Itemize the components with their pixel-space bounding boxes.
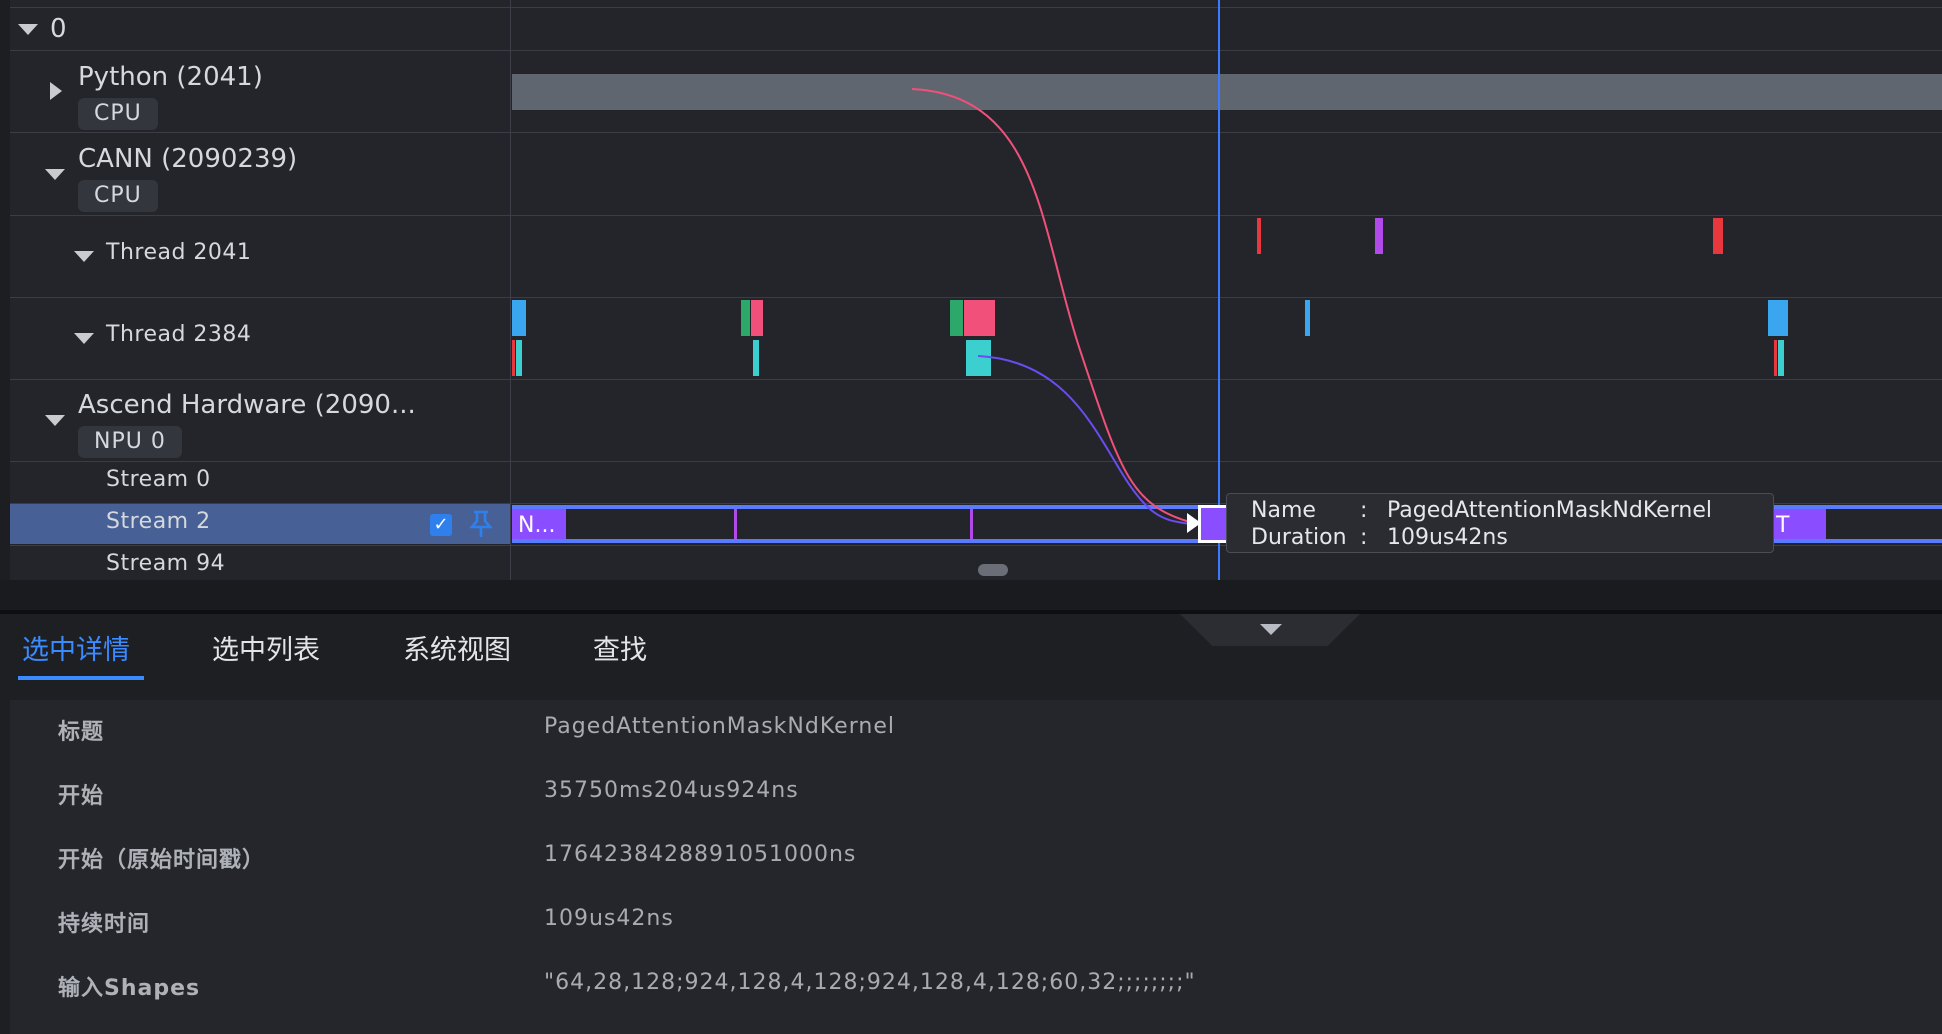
- tooltip-name-value: PagedAttentionMaskNdKernel: [1387, 498, 1712, 523]
- tab-system-view[interactable]: 系统视图: [403, 628, 511, 667]
- flow-arrow-purple: [977, 355, 1191, 525]
- tab-selected-list[interactable]: 选中列表: [212, 628, 320, 667]
- details-table: 标题 PagedAttentionMaskNdKernel 开始 35750ms…: [10, 700, 1942, 1034]
- detail-key: 开始（原始时间戳）: [58, 848, 266, 873]
- detail-value: "64,28,128;924,128,4,128;924,128,4,128;6…: [544, 970, 1196, 995]
- detail-tabs: 选中详情 选中列表 系统视图 查找: [0, 614, 1942, 684]
- panel-splitter[interactable]: [0, 580, 1942, 614]
- tooltip-name-colon: :: [1360, 498, 1368, 523]
- chevron-down-icon[interactable]: [1260, 624, 1282, 635]
- tooltip-duration-key: Duration: [1251, 525, 1347, 550]
- detail-value: 1764238428891051000ns: [544, 842, 857, 867]
- detail-key: 开始: [58, 784, 105, 809]
- detail-row: 持续时间 109us42ns: [10, 892, 1942, 954]
- flow-arrowhead-icon: [1187, 513, 1201, 533]
- detail-value: 109us42ns: [544, 906, 674, 931]
- horizontal-scrollbar[interactable]: [978, 564, 1008, 576]
- detail-value: 35750ms204us924ns: [544, 778, 799, 803]
- detail-row: 开始（原始时间戳） 1764238428891051000ns: [10, 828, 1942, 890]
- tooltip-duration-colon: :: [1360, 525, 1368, 550]
- timeline-view[interactable]: 0 Python (2041) CPU CANN (2090239) CPU T…: [0, 0, 1942, 580]
- detail-row: 输入Shapes "64,28,128;924,128,4,128;924,12…: [10, 956, 1942, 1018]
- tab-selected-details[interactable]: 选中详情: [22, 628, 130, 667]
- detail-row: 标题 PagedAttentionMaskNdKernel: [10, 700, 1942, 762]
- detail-key: 输入Shapes: [58, 976, 201, 1001]
- flow-arrow-pink: [911, 88, 1191, 523]
- time-cursor[interactable]: [1218, 0, 1220, 580]
- active-tab-indicator: [18, 676, 144, 680]
- slice-tooltip: Name : PagedAttentionMaskNdKernel Durati…: [1226, 493, 1774, 553]
- detail-row: 开始 35750ms204us924ns: [10, 764, 1942, 826]
- detail-key: 标题: [58, 720, 105, 745]
- tab-search[interactable]: 查找: [593, 628, 647, 667]
- detail-value: PagedAttentionMaskNdKernel: [544, 714, 895, 739]
- tooltip-duration-value: 109us42ns: [1387, 525, 1508, 550]
- detail-key: 持续时间: [58, 912, 151, 937]
- tooltip-name-key: Name: [1251, 498, 1316, 523]
